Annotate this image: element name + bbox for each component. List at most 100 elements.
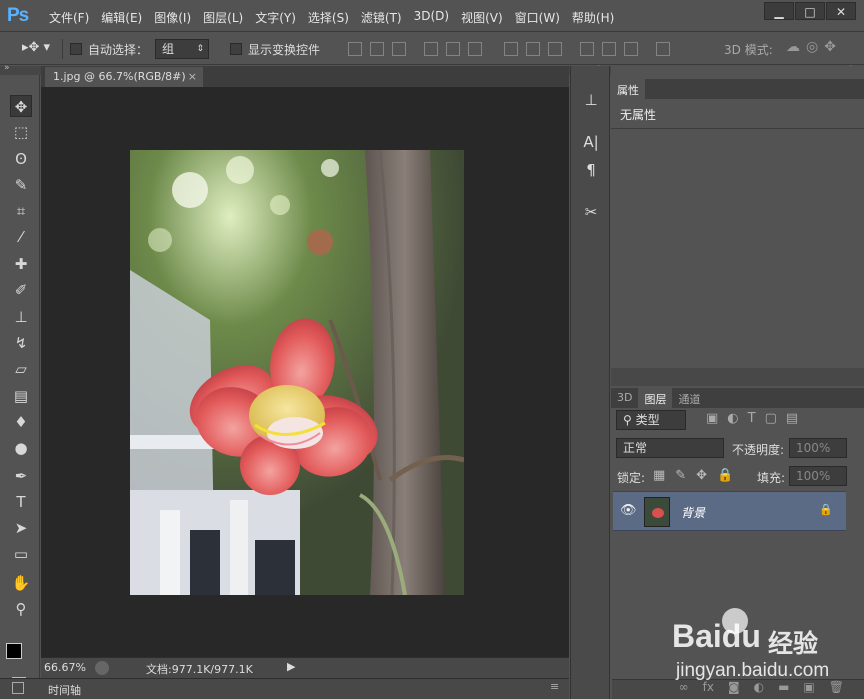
- distribute-bottom-icon[interactable]: [548, 42, 562, 56]
- status-menu-icon[interactable]: [95, 661, 109, 675]
- pen-tool-icon[interactable]: ✒: [10, 465, 32, 487]
- menu-image[interactable]: 图像(I): [149, 9, 196, 26]
- layer-lock-icon: 🔒: [819, 503, 833, 516]
- menu-select[interactable]: 选择(S): [303, 9, 354, 26]
- blend-mode-value: 正常: [623, 441, 648, 455]
- watermark-cn: 经验: [768, 629, 819, 658]
- fill-label: 填充:: [757, 471, 786, 485]
- search-icon: ⚲: [623, 413, 632, 427]
- tab-layers[interactable]: 图层: [638, 388, 673, 408]
- auto-select-dropdown[interactable]: 组 ⇕: [155, 39, 209, 59]
- layer-filter-dropdown[interactable]: ⚲ 类型: [616, 410, 686, 430]
- document-size: 文档:977.1K/977.1K: [146, 663, 253, 676]
- align-bottom-icon[interactable]: [392, 42, 406, 56]
- distribute-hcenter-icon[interactable]: [602, 42, 616, 56]
- zoom-level[interactable]: 66.67%: [44, 661, 86, 674]
- properties-content: 无属性: [620, 108, 657, 122]
- auto-select-checkbox[interactable]: [70, 43, 82, 55]
- timeline-menu-icon[interactable]: ≡: [550, 680, 559, 693]
- menu-filter[interactable]: 滤镜(T): [356, 9, 407, 26]
- auto-align-icon[interactable]: [656, 42, 670, 56]
- 3d-mode-label: 3D 模式:: [724, 43, 773, 57]
- quick-select-tool-icon[interactable]: ✎: [10, 174, 32, 196]
- layer-row[interactable]: 👁 背景 🔒: [613, 491, 846, 531]
- eye-visibility-icon[interactable]: 👁: [620, 503, 637, 518]
- distribute-vcenter-icon[interactable]: [526, 42, 540, 56]
- flower-photo: [130, 150, 464, 595]
- dodge-tool-icon[interactable]: ●: [10, 437, 32, 459]
- type-tool-icon[interactable]: T: [10, 491, 32, 513]
- hand-tool-icon[interactable]: ✋: [10, 572, 32, 594]
- eyedropper-tool-icon[interactable]: ⁄: [10, 226, 32, 248]
- crop-tool-icon[interactable]: ⌗: [10, 200, 32, 222]
- align-vcenter-icon[interactable]: [370, 42, 384, 56]
- opacity-value: 100%: [796, 441, 831, 455]
- opacity-label: 不透明度:: [732, 443, 785, 457]
- healing-brush-tool-icon[interactable]: ✚: [10, 253, 32, 275]
- eraser-tool-icon[interactable]: ▱: [10, 358, 32, 380]
- menu-3d[interactable]: 3D(D): [409, 9, 454, 26]
- 3d-mode-icons[interactable]: ☁◎✥: [786, 39, 842, 55]
- document-tab[interactable]: 1.jpg @ 66.7%(RGB/8#) ×: [45, 67, 203, 87]
- layer-filter-icons[interactable]: ▣◐T▢▤: [706, 411, 807, 426]
- history-brush-tool-icon[interactable]: ↯: [10, 332, 32, 354]
- tool-presets-icon[interactable]: ⊥: [579, 88, 603, 112]
- distribute-right-icon[interactable]: [624, 42, 638, 56]
- menu-help[interactable]: 帮助(H): [567, 9, 619, 26]
- menu-view[interactable]: 视图(V): [456, 9, 508, 26]
- show-transform-checkbox[interactable]: [230, 43, 242, 55]
- align-buttons: [348, 42, 670, 56]
- marquee-tool-icon[interactable]: ⬚: [10, 121, 32, 143]
- rectangle-tool-icon[interactable]: ▭: [10, 543, 32, 565]
- menu-bar: Ps 文件(F) 编辑(E) 图像(I) 图层(L) 文字(Y) 选择(S) 滤…: [0, 0, 864, 32]
- menu-layer[interactable]: 图层(L): [198, 9, 248, 26]
- align-top-icon[interactable]: [348, 42, 362, 56]
- image-canvas[interactable]: [130, 150, 464, 595]
- dropdown-arrow-icon: ⇕: [196, 44, 204, 54]
- timeline-icon: [12, 682, 24, 694]
- align-right-icon[interactable]: [468, 42, 482, 56]
- distribute-top-icon[interactable]: [504, 42, 518, 56]
- blur-tool-icon[interactable]: ♦: [10, 411, 32, 433]
- restore-button[interactable]: □: [795, 2, 825, 20]
- close-tab-icon[interactable]: ×: [188, 70, 197, 83]
- zoom-tool-icon[interactable]: ⚲: [10, 598, 32, 620]
- align-hcenter-icon[interactable]: [446, 42, 460, 56]
- close-button[interactable]: ✕: [826, 2, 856, 20]
- status-arrow-icon[interactable]: ▶: [287, 660, 295, 673]
- menu-file[interactable]: 文件(F): [44, 9, 94, 26]
- foreground-color-swatch[interactable]: [6, 643, 22, 659]
- timeline-tab[interactable]: 时间轴: [48, 682, 81, 698]
- move-tool-icon[interactable]: ✥: [10, 95, 32, 117]
- tools-panel-icon[interactable]: ✂: [579, 200, 603, 224]
- clone-stamp-tool-icon[interactable]: ⊥: [10, 306, 32, 328]
- path-selection-tool-icon[interactable]: ➤: [10, 517, 32, 539]
- blend-mode-dropdown[interactable]: 正常: [616, 438, 724, 458]
- tab-3d[interactable]: 3D: [611, 388, 638, 408]
- fill-input[interactable]: 100%: [789, 466, 847, 486]
- menu-type[interactable]: 文字(Y): [250, 9, 301, 26]
- layer-name[interactable]: 背景: [681, 504, 705, 521]
- align-left-icon[interactable]: [424, 42, 438, 56]
- tools-panel: ✥ ⬚ ʘ ✎ ⌗ ⁄ ✚ ✐ ⊥ ↯ ▱ ▤ ♦ ● ✒ T ➤ ▭ ✋ ⚲: [0, 75, 40, 699]
- document-tab-title: 1.jpg @ 66.7%(RGB/8#): [53, 70, 186, 83]
- options-bar: ▸✥ ▾ 自动选择： 组 ⇕ 显示变换控件 3D 模式: ☁◎✥: [0, 33, 864, 65]
- timeline-bar: 时间轴 ≡: [0, 678, 569, 699]
- collapse-left-icon[interactable]: »: [4, 63, 10, 73]
- tab-channels[interactable]: 通道: [672, 388, 706, 408]
- paw-icon: [722, 608, 748, 634]
- minimize-button[interactable]: ▁: [764, 2, 794, 20]
- menu-edit[interactable]: 编辑(E): [96, 9, 147, 26]
- properties-tab[interactable]: 属性: [611, 79, 645, 99]
- brush-tool-icon[interactable]: ✐: [10, 279, 32, 301]
- distribute-left-icon[interactable]: [580, 42, 594, 56]
- gradient-tool-icon[interactable]: ▤: [10, 385, 32, 407]
- opacity-input[interactable]: 100%: [789, 438, 847, 458]
- lasso-tool-icon[interactable]: ʘ: [10, 148, 32, 170]
- watermark-url: jingyan.baidu.com: [676, 660, 830, 681]
- character-panel-icon[interactable]: A|: [579, 130, 603, 154]
- lock-icons[interactable]: ▦✎✥🔒: [653, 468, 743, 483]
- move-tool-preset-icon[interactable]: ▸✥ ▾: [22, 40, 50, 55]
- paragraph-panel-icon[interactable]: ¶: [579, 158, 603, 182]
- menu-window[interactable]: 窗口(W): [510, 9, 565, 26]
